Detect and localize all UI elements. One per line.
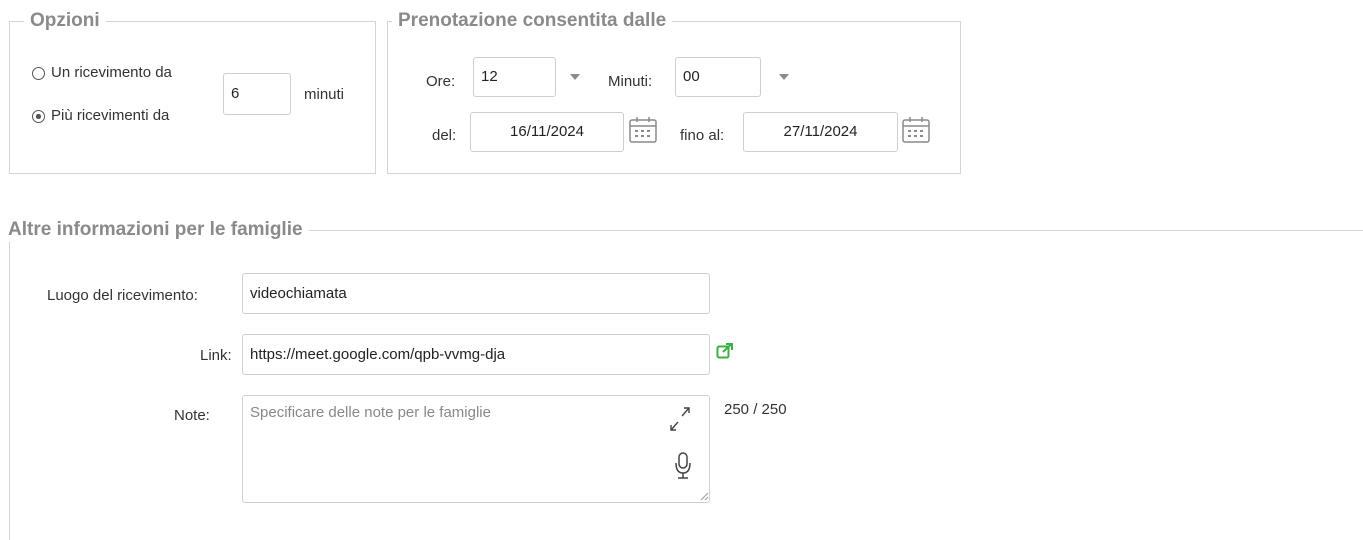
radio-single-label[interactable]: Un ricevimento da bbox=[51, 64, 172, 82]
ore-label: Ore: bbox=[426, 73, 456, 90]
link-input[interactable]: https://meet.google.com/qpb-vvmg-dja bbox=[242, 334, 710, 375]
altre-info-legend: Altre informazioni per le famiglie bbox=[2, 218, 309, 242]
expand-icon[interactable] bbox=[667, 404, 693, 434]
ore-select[interactable]: 12 bbox=[473, 57, 556, 97]
fino-label: fino al: bbox=[680, 127, 725, 144]
luogo-label: Luogo del ricevimento: bbox=[47, 287, 198, 304]
radio-single-reception[interactable] bbox=[32, 67, 45, 80]
note-label: Note: bbox=[174, 407, 210, 424]
luogo-input[interactable]: videochiamata bbox=[242, 273, 710, 314]
radio-multi-label[interactable]: Più ricevimenti da bbox=[51, 107, 169, 125]
radio-multi-reception[interactable] bbox=[32, 110, 45, 123]
opzioni-fieldset: Opzioni Un ricevimento da Più riceviment… bbox=[9, 9, 376, 174]
calendar-icon[interactable] bbox=[901, 116, 931, 144]
minuti-chevron-down-icon[interactable] bbox=[779, 74, 789, 80]
prenotazione-legend: Prenotazione consentita dalle bbox=[392, 9, 673, 33]
minuti-select[interactable]: 00 bbox=[675, 57, 761, 97]
note-textarea[interactable]: Specificare delle note per le famiglie bbox=[242, 395, 710, 503]
prenotazione-fieldset: Prenotazione consentita dalle Ore: 12 Mi… bbox=[387, 9, 961, 174]
minuti-label: Minuti: bbox=[608, 73, 653, 90]
del-label: del: bbox=[432, 127, 457, 144]
del-date-input[interactable]: 16/11/2024 bbox=[470, 112, 624, 152]
note-counter: 250 / 250 bbox=[724, 401, 787, 418]
fino-date-input[interactable]: 27/11/2024 bbox=[743, 112, 898, 152]
calendar-icon[interactable] bbox=[628, 116, 658, 144]
link-label: Link: bbox=[200, 347, 232, 364]
note-placeholder: Specificare delle note per le famiglie bbox=[250, 404, 491, 421]
minutes-input[interactable]: 6 bbox=[223, 73, 291, 115]
opzioni-legend: Opzioni bbox=[24, 9, 106, 33]
external-link-icon[interactable] bbox=[716, 343, 734, 359]
microphone-icon[interactable] bbox=[674, 451, 692, 481]
minutes-unit-label: minuti bbox=[304, 86, 345, 103]
resize-handle-icon[interactable] bbox=[700, 492, 709, 501]
altre-info-fieldset: Altre informazioni per le famiglie Luogo… bbox=[2, 218, 1363, 540]
ore-chevron-down-icon[interactable] bbox=[570, 74, 580, 80]
